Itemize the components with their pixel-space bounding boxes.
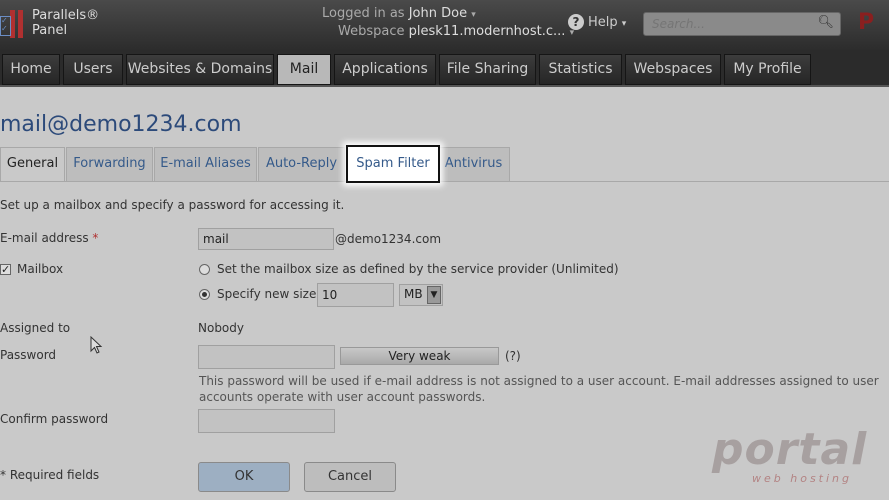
watermark-main: portal (712, 424, 868, 475)
required-fields-note: * Required fields (0, 468, 100, 482)
brand-right-logo: P (858, 10, 875, 35)
password-label: Password (0, 348, 57, 362)
search-box: 🔍︎ (643, 12, 841, 36)
confirm-password-label: Confirm password (0, 412, 109, 426)
mailbox-checkbox[interactable]: ✓ (0, 264, 11, 275)
password-strength-meter: Very weak (340, 347, 499, 365)
search-input[interactable] (650, 15, 814, 33)
size-unit-value: MB (404, 287, 423, 301)
chevron-down-icon: ▼ (427, 286, 441, 304)
webspace-selector[interactable]: Webspace plesk11.modernhost.c... ▾ (338, 24, 574, 39)
size-default-label: Set the mailbox size as defined by the s… (217, 262, 619, 276)
size-custom-label: Specify new size (217, 287, 317, 301)
cancel-button[interactable]: Cancel (304, 462, 396, 492)
portal-watermark: portal web hosting (712, 424, 868, 486)
password-field[interactable] (198, 345, 335, 369)
confirm-password-field[interactable] (198, 409, 335, 433)
tab-auto-reply[interactable]: Auto-Reply (258, 147, 345, 181)
nav-tab-my-profile[interactable]: My Profile (724, 54, 811, 85)
top-bar: ✓ ✓ Parallels® Panel Logged in as John Do… (0, 0, 889, 50)
webspace-value: plesk11.modernhost.c... (408, 24, 566, 39)
login-info: Logged in as John Doe ▾ (322, 6, 476, 21)
chevron-down-icon: ▾ (471, 10, 476, 20)
nav-tab-file-sharing[interactable]: File Sharing (439, 54, 536, 85)
help-menu[interactable]: ? Help ▾ (568, 14, 626, 30)
nav-tab-webspaces[interactable]: Webspaces (625, 54, 721, 85)
brand-line2: Panel (32, 23, 68, 38)
tab-divider (0, 181, 889, 182)
password-help-icon[interactable]: (?) (505, 349, 521, 363)
search-icon[interactable]: 🔍︎ (817, 15, 834, 30)
email-label-text: E-mail address (0, 231, 89, 245)
nav-tab-websites-domains[interactable]: Websites & Domains (126, 54, 274, 85)
main-nav: Home Users Websites & Domains Mail Appli… (0, 50, 889, 87)
parallels-logo-icon: ✓ ✓ (0, 10, 28, 38)
brand-line1: Parallels® (32, 8, 100, 23)
help-icon: ? (568, 14, 584, 30)
email-field[interactable] (198, 228, 334, 250)
nav-tab-users[interactable]: Users (63, 54, 123, 85)
parallels-logo[interactable]: ✓ ✓ Parallels® Panel (0, 6, 110, 42)
required-mark: * (92, 231, 99, 245)
page-title: mail@demo1234.com (0, 112, 242, 137)
mouse-cursor-icon (90, 336, 103, 354)
tab-general[interactable]: General (0, 147, 65, 182)
password-note: This password will be used if e-mail add… (199, 374, 879, 404)
nav-tab-applications[interactable]: Applications (334, 54, 436, 85)
size-default-radio[interactable] (199, 264, 210, 275)
tab-spam-filter[interactable]: Spam Filter (346, 145, 440, 183)
assigned-value: Nobody (198, 321, 244, 335)
nav-tab-statistics[interactable]: Statistics (539, 54, 622, 85)
size-custom-radio[interactable] (199, 289, 210, 300)
email-label: E-mail address * (0, 231, 98, 245)
webspace-label: Webspace (338, 24, 405, 39)
user-menu[interactable]: John Doe (409, 6, 467, 21)
help-label: Help (588, 15, 618, 30)
watermark-sub: web hosting (752, 472, 852, 485)
size-unit-select[interactable]: MB ▼ (399, 284, 443, 306)
tab-antivirus[interactable]: Antivirus (437, 147, 510, 181)
chevron-down-icon: ▾ (621, 19, 627, 29)
tab-email-aliases[interactable]: E-mail Aliases (154, 147, 257, 181)
logged-in-label: Logged in as (322, 6, 405, 21)
email-domain: @demo1234.com (335, 232, 442, 246)
mailbox-label: Mailbox (17, 262, 64, 276)
assigned-label: Assigned to (0, 321, 71, 335)
tab-forwarding[interactable]: Forwarding (66, 147, 153, 181)
nav-tab-mail[interactable]: Mail (277, 54, 331, 85)
ok-button[interactable]: OK (198, 462, 290, 492)
nav-tab-home[interactable]: Home (2, 54, 60, 85)
intro-text: Set up a mailbox and specify a password … (0, 198, 345, 212)
size-input[interactable] (317, 283, 394, 307)
